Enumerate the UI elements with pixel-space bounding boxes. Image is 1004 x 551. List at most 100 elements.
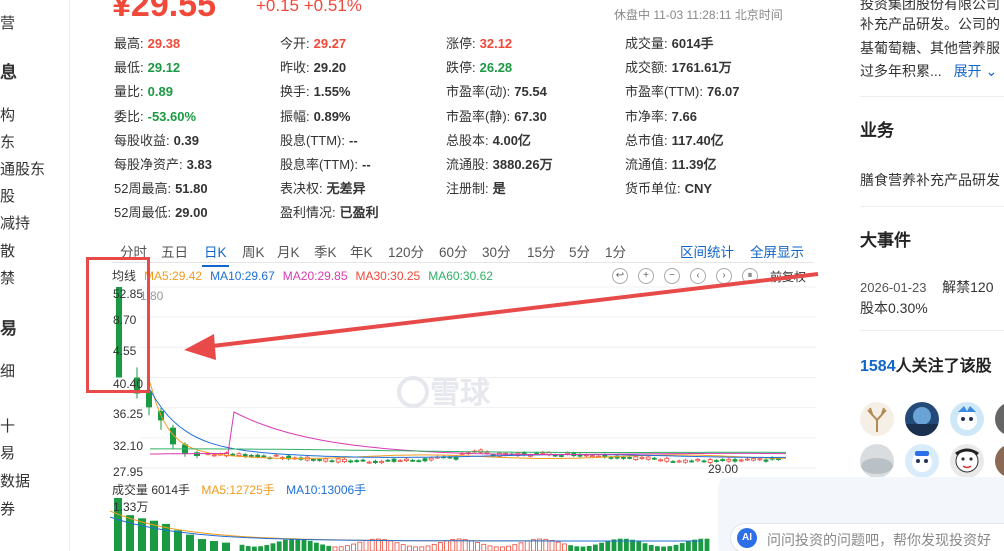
volume-bar — [326, 545, 332, 551]
tab-period[interactable]: 五日 — [161, 241, 188, 261]
nav-item[interactable]: 东 — [0, 131, 15, 152]
follower-avatar[interactable] — [905, 402, 939, 436]
nav-item[interactable]: 减持 — [0, 212, 30, 233]
event-title[interactable]: 解禁120 — [942, 279, 993, 295]
tab-period[interactable]: 1分 — [605, 241, 626, 261]
followers-text: 人关注了该股 — [895, 358, 992, 375]
nav-item[interactable]: 细 — [0, 360, 15, 381]
candle-body — [627, 457, 632, 459]
quote-field: 股息(TTM): -- — [280, 130, 358, 149]
candle-body — [170, 427, 176, 445]
quote-label: 市净率: — [625, 108, 668, 124]
candle-body — [428, 457, 434, 461]
candle-body — [379, 460, 385, 464]
follower-avatar[interactable] — [950, 444, 984, 478]
follower-avatar[interactable] — [860, 402, 894, 436]
quote-field: 跌停: 26.28 — [446, 57, 512, 76]
candle-body — [676, 460, 682, 463]
tab-period[interactable]: 5分 — [569, 241, 590, 261]
tab-period[interactable]: 60分 — [439, 241, 468, 261]
quote-field: 市盈率(动): 75.54 — [446, 81, 547, 100]
tab-period[interactable]: 30分 — [482, 241, 511, 261]
follower-avatar[interactable] — [860, 444, 894, 478]
nav-item[interactable]: 通股东 — [0, 158, 45, 179]
quote-field: 流通值: 11.39亿 — [625, 154, 716, 173]
business-text: 膳食营养补充产品研发 — [860, 172, 1000, 188]
tab-period[interactable]: 周K — [242, 241, 265, 261]
candle-body — [341, 458, 347, 463]
candle-body — [453, 456, 459, 460]
candle-body — [658, 459, 663, 462]
y-axis-tick-label: 36.25 — [113, 407, 144, 421]
candle-body — [230, 453, 236, 456]
follower-avatar[interactable] — [950, 402, 984, 436]
candle-body — [695, 459, 701, 462]
nav-item[interactable]: 营 — [0, 12, 15, 33]
y-axis-tick-label: 32.10 — [113, 439, 144, 453]
volume-bar — [475, 541, 481, 551]
expand-link[interactable]: 展开 — [954, 63, 982, 79]
quote-value: 29.38 — [147, 36, 181, 51]
quote-label: 52周最高: — [114, 181, 172, 197]
candle-body — [652, 457, 657, 460]
nav-item[interactable]: 易 — [0, 442, 15, 463]
nav-item[interactable]: 券 — [0, 498, 15, 519]
business-heading: 业务 — [860, 121, 894, 140]
ask-ai-input[interactable]: AI 问问投资的问题吧，帮你发现投资好 — [730, 523, 1004, 551]
candle-body — [552, 454, 558, 457]
quote-value: 已盈利 — [339, 205, 379, 221]
volume-bar — [270, 543, 276, 551]
candle-body — [211, 454, 217, 457]
divider — [860, 96, 1004, 97]
quote-value: 无差异 — [326, 181, 366, 197]
range-stats-link[interactable]: 区间统计 — [680, 241, 734, 261]
volume-bar — [295, 538, 301, 551]
volume-bar — [332, 546, 338, 551]
tab-period[interactable]: 120分 — [388, 241, 424, 261]
follower-avatar[interactable] — [995, 444, 1004, 478]
tab-period[interactable]: 15分 — [527, 241, 556, 261]
event-date: 2026-01-23 解禁120 — [860, 277, 993, 297]
tab-period[interactable]: 日K — [202, 241, 228, 267]
quote-value: 0.89% — [313, 108, 351, 124]
quote-label: 最低: — [114, 60, 144, 76]
tab-period[interactable]: 年K — [350, 241, 373, 261]
volume-chart — [110, 498, 710, 551]
candle-body — [534, 452, 540, 455]
quote-field: 流通股: 3880.26万 — [446, 154, 553, 173]
quote-value: CNY — [684, 181, 713, 197]
volume-ma-line — [110, 510, 702, 542]
candle-body — [335, 458, 341, 463]
follower-avatar[interactable] — [995, 402, 1004, 436]
tab-period[interactable]: 月K — [277, 241, 300, 261]
nav-item[interactable]: 构 — [0, 104, 15, 125]
candle-body — [248, 454, 254, 457]
volume-bar — [198, 539, 206, 551]
volume-ma-line — [110, 516, 702, 542]
quote-label: 昨收: — [280, 60, 310, 76]
quote-field: 最高: 29.38 — [114, 33, 180, 52]
volume-bar — [586, 545, 592, 551]
candle-body — [732, 459, 738, 462]
chevron-down-icon[interactable]: ⌄ — [985, 63, 997, 79]
nav-item[interactable]: 股 — [0, 185, 15, 206]
volume-bar — [673, 544, 679, 551]
candle-body — [757, 458, 763, 461]
tab-period[interactable]: 季K — [314, 241, 337, 261]
follower-avatar[interactable] — [905, 444, 939, 478]
candle-body — [310, 459, 316, 461]
quote-value: 29.20 — [313, 60, 347, 76]
quote-value: 3.83 — [186, 157, 212, 172]
company-intro-line: 投资集团股份有限公司 — [860, 0, 1000, 12]
volume-bar — [320, 544, 326, 551]
nav-item[interactable]: 散 — [0, 240, 15, 261]
quote-label: 盈利情况: — [280, 205, 336, 221]
nav-item[interactable]: 数据 — [0, 470, 30, 491]
volume-bar — [580, 546, 586, 551]
nav-item[interactable]: 禁 — [0, 267, 15, 288]
ma-line — [150, 411, 786, 455]
candle-body — [385, 459, 391, 462]
nav-item[interactable]: 十 — [0, 415, 15, 436]
fullscreen-link[interactable]: 全屏显示 — [750, 241, 804, 261]
volume-bar — [431, 543, 437, 551]
